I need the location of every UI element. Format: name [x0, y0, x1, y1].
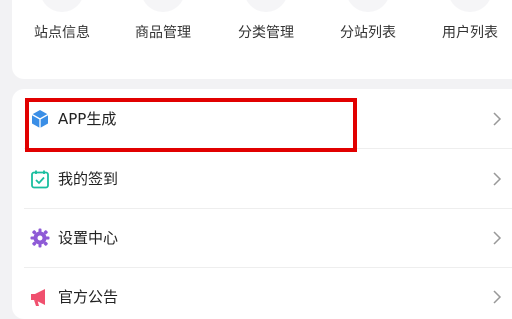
- highlight-box: [25, 98, 357, 152]
- shopping-bag-icon: [141, 0, 185, 12]
- menu-item-my-checkin[interactable]: 我的签到: [12, 149, 512, 208]
- shortcut-label: 分类管理: [238, 25, 294, 41]
- menu-item-label: 官方公告: [58, 288, 119, 306]
- shortcut-site-info[interactable]: 站点信息: [14, 0, 110, 44]
- shortcut-category-management[interactable]: 分类管理: [218, 0, 314, 44]
- calendar-check-icon: [31, 170, 49, 189]
- shortcut-panel: 站点信息 商品管理 分类管理 分站列表 用户列表: [12, 0, 512, 79]
- users-icon: [448, 0, 492, 12]
- menu-item-label: 我的签到: [58, 170, 119, 188]
- shortcut-label: 分站列表: [340, 25, 396, 41]
- shortcut-label: 商品管理: [135, 25, 191, 41]
- shortcut-label: 站点信息: [34, 25, 90, 41]
- menu-item-settings-center[interactable]: 设置中心: [12, 208, 512, 267]
- gear-icon: [30, 228, 50, 248]
- shortcut-product-management[interactable]: 商品管理: [115, 0, 211, 44]
- chevron-right-icon: [493, 172, 502, 186]
- shortcut-user-list[interactable]: 用户列表: [422, 0, 512, 44]
- megaphone-icon: [31, 289, 45, 306]
- chevron-right-icon: [493, 290, 502, 304]
- chevron-right-icon: [493, 231, 502, 245]
- menu-item-official-announcement[interactable]: 官方公告: [12, 267, 512, 319]
- shortcut-substation-list[interactable]: 分站列表: [320, 0, 416, 44]
- sitemap-icon: [346, 0, 390, 12]
- category-grid-icon: [244, 0, 288, 12]
- chevron-right-icon: [493, 112, 502, 126]
- broadcast-icon: [40, 0, 84, 12]
- menu-item-label: 设置中心: [58, 229, 119, 247]
- shortcut-label: 用户列表: [442, 25, 498, 41]
